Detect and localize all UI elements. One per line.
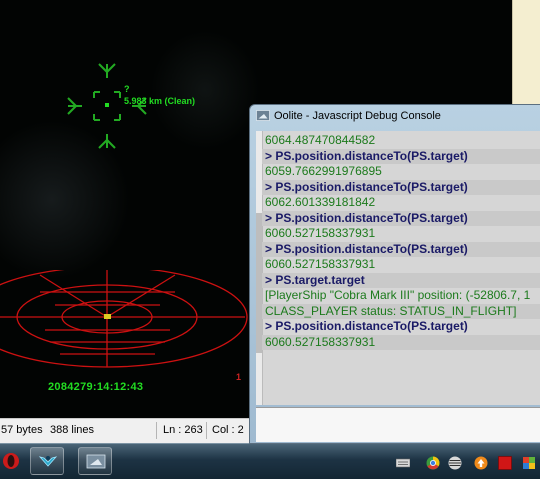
scanner xyxy=(0,270,248,368)
console-command-line: > PS.position.distanceTo(PS.target) xyxy=(262,179,540,195)
opera-icon xyxy=(3,453,19,469)
console-log-lines: 6064.487470844582 > PS.position.distanceT… xyxy=(262,133,540,350)
side-marker: 1 xyxy=(236,372,242,382)
console-command-line: > PS.position.distanceTo(PS.target) xyxy=(265,319,468,333)
target-reticle xyxy=(67,63,147,149)
flag-icon[interactable] xyxy=(522,456,536,470)
console-output-line: 6064.487470844582 xyxy=(265,133,376,147)
console-output-line: 6060.527158337931 xyxy=(265,257,376,271)
target-distance-label: 5.983 km (Clean) xyxy=(124,96,196,106)
keyboard-icon[interactable] xyxy=(396,456,410,470)
debug-console-window[interactable]: Oolite - Javascript Debug Console 6064.4… xyxy=(249,104,540,444)
red-square-icon[interactable] xyxy=(498,456,512,470)
taskbar-opera-button[interactable] xyxy=(0,447,28,475)
debug-console-icon xyxy=(86,454,106,469)
chrome-icon[interactable] xyxy=(426,456,440,470)
taskbar-debug-console-button[interactable] xyxy=(78,447,112,475)
console-output-line: 6060.527158337931 xyxy=(262,334,540,350)
target-marker: ? xyxy=(124,84,130,94)
console-output-line: [PlayerShip "Cobra Mark III" position: (… xyxy=(265,288,531,302)
console-command-line: > PS.position.distanceTo(PS.target) xyxy=(262,210,540,226)
console-output-line: CLASS_PLAYER status: STATUS_IN_FLIGHT] xyxy=(262,303,540,319)
console-command-line: > PS.position.distanceTo(PS.target) xyxy=(262,241,540,257)
att-icon[interactable] xyxy=(448,456,462,470)
console-command-line: > PS.target.target xyxy=(262,272,540,288)
game-clock: 2084279:14:12:43 xyxy=(48,381,144,393)
status-separator xyxy=(156,422,157,439)
console-output-line: 6062.601339181842 xyxy=(265,195,376,209)
taskbar-oolite-button[interactable] xyxy=(30,447,64,475)
file-size: 57 bytes xyxy=(1,424,43,436)
background-window-edge xyxy=(512,0,540,110)
console-title: Oolite - Javascript Debug Console xyxy=(274,110,441,122)
line-count: 388 lines xyxy=(50,424,95,436)
nebula-cloud-2 xyxy=(150,30,260,150)
console-output-line: 6060.527158337931 xyxy=(265,226,376,240)
updates-icon[interactable] xyxy=(474,456,488,470)
console-output-line: 6059.7662991976895 xyxy=(265,164,382,178)
console-output[interactable]: 6064.487470844582 > PS.position.distanceT… xyxy=(256,131,540,405)
cursor-line: Ln : 263 xyxy=(163,424,203,436)
console-command-line: > PS.position.distanceTo(PS.target) xyxy=(262,148,540,164)
oolite-icon xyxy=(38,456,58,467)
status-separator xyxy=(206,422,207,439)
taskbar xyxy=(0,443,540,479)
console-input[interactable] xyxy=(256,407,540,442)
console-titlebar[interactable]: Oolite - Javascript Debug Console xyxy=(250,105,540,127)
console-app-icon xyxy=(256,110,270,121)
cursor-column: Col : 2 xyxy=(212,424,244,436)
